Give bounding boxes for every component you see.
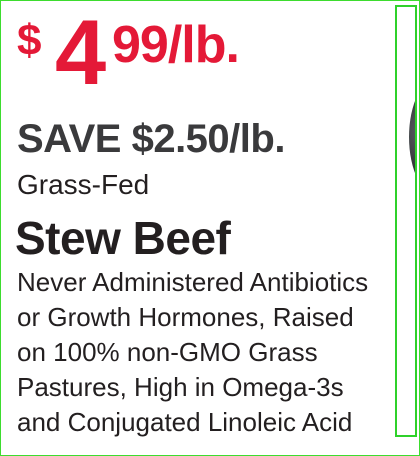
details-line: or Growth Hormones, Raised — [17, 302, 354, 332]
product-name: Stew Beef — [15, 212, 231, 264]
details-line: Never Administered Antibiotics — [17, 267, 369, 297]
price-dollar-sign: $ — [17, 16, 42, 65]
details-line: Pastures, High in Omega-3s — [17, 372, 344, 402]
price-whole-dollars: 4 — [55, 2, 106, 104]
product-image-frame — [395, 5, 417, 437]
beef-photo — [409, 77, 415, 197]
product-descriptor: Grass-Fed — [17, 169, 150, 200]
price-cents-per-lb: 99/lb. — [112, 16, 240, 74]
ad-panel: $ 4 99/lb. SAVE $2.50/lb. Grass-Fed Stew… — [0, 0, 420, 456]
details-line: on 100% non-GMO Grass — [17, 337, 318, 367]
details-line: and Conjugated Linoleic Acid — [17, 407, 353, 437]
savings-text: SAVE $2.50/lb. — [17, 117, 285, 161]
product-details: Never Administered Antibiotics or Growth… — [17, 265, 393, 440]
